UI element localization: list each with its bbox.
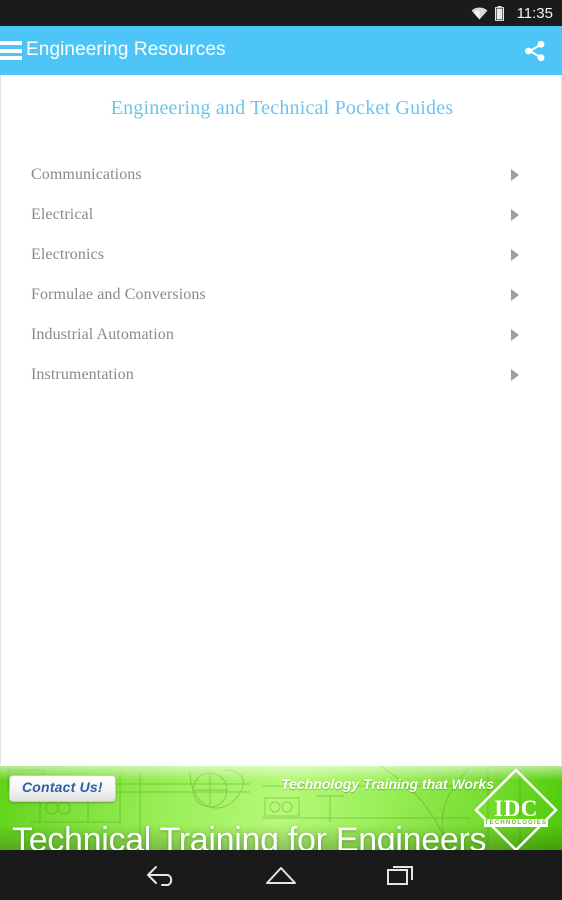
contact-us-button[interactable]: Contact Us! <box>9 775 116 802</box>
list-item[interactable]: Communications <box>1 155 561 195</box>
idc-technologies-logo: IDC TECHNOLOGIES <box>474 768 558 850</box>
status-bar: 11:35 <box>0 0 562 26</box>
guide-list: Communications Electrical Electronics Fo… <box>1 155 561 395</box>
list-item[interactable]: Electronics <box>1 235 561 275</box>
battery-icon <box>494 5 504 21</box>
list-item[interactable]: Formulae and Conversions <box>1 275 561 315</box>
hamburger-bar <box>0 56 22 60</box>
list-item-label: Instrumentation <box>31 366 134 383</box>
list-item[interactable]: Electrical <box>1 195 561 235</box>
hamburger-menu-icon[interactable] <box>0 39 24 62</box>
chevron-right-icon <box>511 369 519 381</box>
android-screen: 11:35 Engineering Resources Engineering … <box>0 0 562 900</box>
content-panel: Engineering and Technical Pocket Guides … <box>0 75 562 765</box>
chevron-right-icon <box>511 209 519 221</box>
back-arrow-icon[interactable] <box>101 850 221 900</box>
chevron-right-icon <box>511 249 519 261</box>
list-item[interactable]: Industrial Automation <box>1 315 561 355</box>
share-icon[interactable] <box>518 36 552 66</box>
hamburger-bar <box>0 41 22 45</box>
list-item[interactable]: Instrumentation <box>1 355 561 395</box>
android-navigation-bar <box>0 850 562 900</box>
page-title: Engineering and Technical Pocket Guides <box>110 97 454 119</box>
recent-apps-icon[interactable] <box>341 850 461 900</box>
wifi-icon <box>471 6 487 19</box>
advertisement-banner[interactable]: Contact Us! Technology Training that Wor… <box>0 766 562 850</box>
list-item-label: Electrical <box>31 206 94 223</box>
ad-headline: Technical Training for Engineers <box>12 821 487 850</box>
list-item-label: Industrial Automation <box>31 326 174 343</box>
app-bar-title: Engineering Resources <box>26 39 226 60</box>
chevron-right-icon <box>511 329 519 341</box>
chevron-right-icon <box>511 289 519 301</box>
list-item-label: Communications <box>31 166 142 183</box>
hamburger-bar <box>0 48 22 53</box>
idc-logo-subtitle: TECHNOLOGIES <box>484 819 548 827</box>
ad-tagline: Technology Training that Works <box>281 776 494 792</box>
list-item-label: Electronics <box>31 246 105 263</box>
home-icon[interactable] <box>221 850 341 900</box>
status-bar-icons: 11:35 <box>471 4 553 22</box>
list-item-label: Formulae and Conversions <box>31 286 206 303</box>
app-bar: Engineering Resources <box>0 26 562 75</box>
chevron-right-icon <box>511 169 519 181</box>
status-bar-clock: 11:35 <box>516 4 553 22</box>
contact-us-label: Contact Us! <box>22 779 103 795</box>
